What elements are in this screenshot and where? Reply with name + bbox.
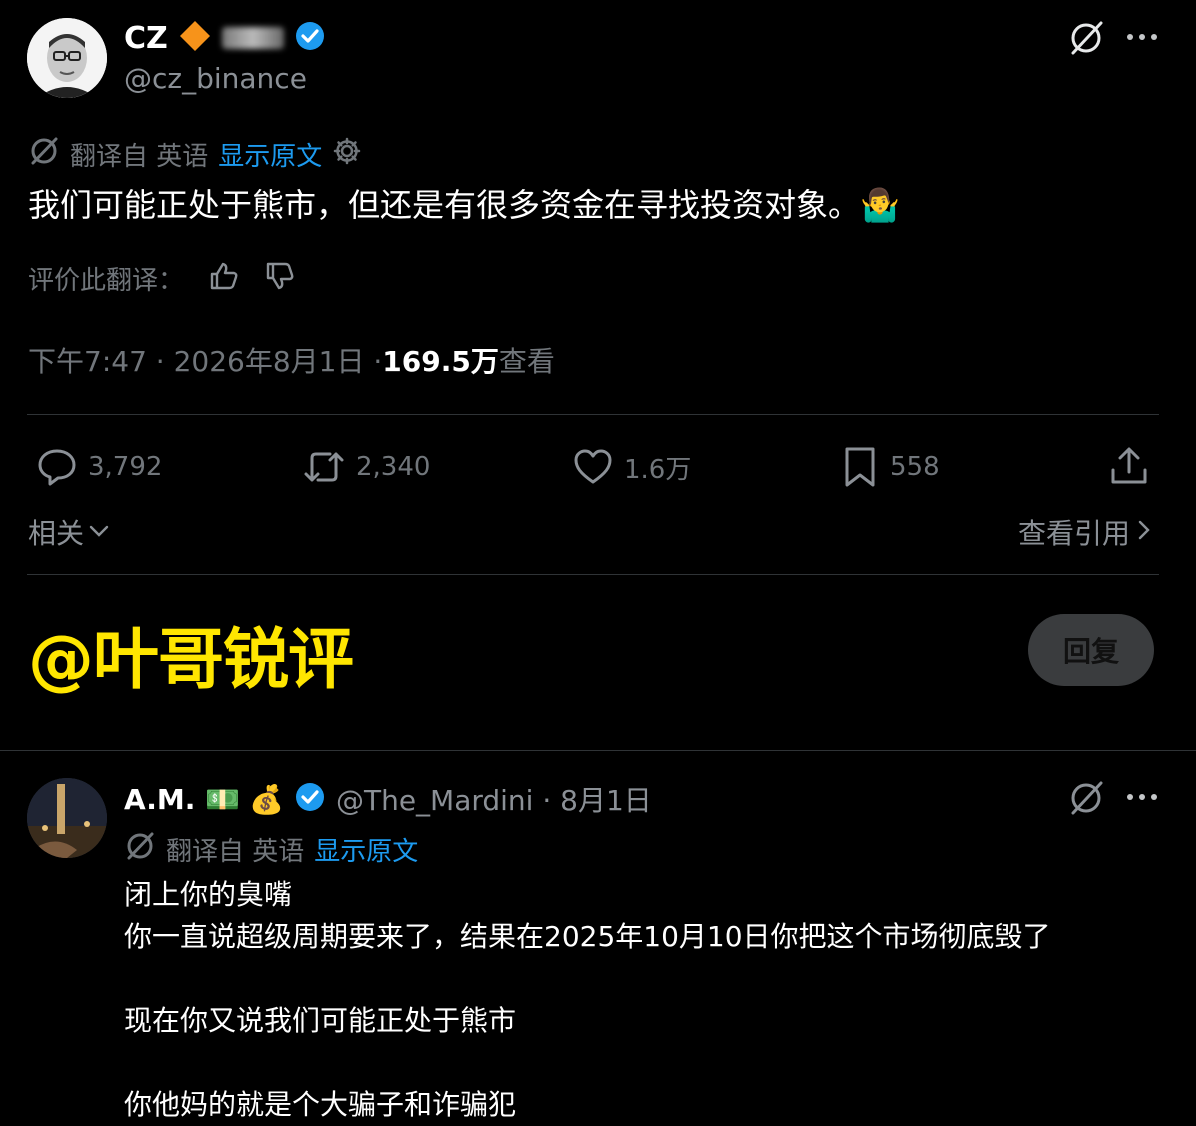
grok-icon[interactable] bbox=[1066, 778, 1106, 818]
more-options-icon[interactable] bbox=[1122, 22, 1162, 52]
like-stat[interactable]: 1.6万 bbox=[572, 444, 691, 490]
translate-icon bbox=[28, 135, 60, 174]
view-quotes-label: 查看引用 bbox=[1018, 517, 1131, 550]
reply-icon[interactable] bbox=[36, 446, 78, 488]
reply-author-name[interactable]: A.M. bbox=[124, 783, 195, 816]
tweet-timestamp[interactable]: 下午7:47 · 2026年8月1日 · bbox=[28, 340, 382, 380]
retweet-stat[interactable]: 2,340 bbox=[302, 444, 430, 490]
translated-from-label: 翻译自 英语 bbox=[166, 836, 305, 867]
translated-from-label: 翻译自 英语 bbox=[70, 141, 209, 172]
bookmark-stat[interactable]: 558 bbox=[840, 444, 940, 490]
related-label: 相关 bbox=[28, 517, 85, 550]
retweet-count: 2,340 bbox=[356, 452, 431, 482]
reply-line: 闭上你的臭嘴 bbox=[124, 878, 293, 911]
verified-icon bbox=[294, 20, 326, 56]
gold-diamond-icon bbox=[178, 19, 212, 57]
blurred-badge bbox=[221, 27, 284, 49]
watermark-overlay-text: @叶哥锐评 bbox=[28, 621, 354, 698]
author-avatar[interactable] bbox=[27, 18, 107, 98]
divider bbox=[27, 574, 1159, 575]
chevron-down-icon bbox=[88, 516, 110, 549]
reply-stat[interactable]: 3,792 bbox=[36, 444, 162, 490]
translate-icon bbox=[124, 830, 156, 869]
reply-line: 现在你又说我们可能正处于熊市 bbox=[124, 1004, 517, 1037]
author-name[interactable]: CZ bbox=[124, 21, 168, 56]
views-label: 查看 bbox=[498, 345, 555, 378]
chevron-right-icon bbox=[1136, 516, 1152, 549]
retweet-icon[interactable] bbox=[302, 446, 346, 488]
show-original-link[interactable]: 显示原文 bbox=[218, 136, 322, 173]
view-quotes-link[interactable]: 查看引用 bbox=[1018, 512, 1152, 552]
divider bbox=[27, 414, 1159, 415]
show-original-link[interactable]: 显示原文 bbox=[314, 831, 418, 868]
money-emojis: 💵 💰 bbox=[205, 782, 284, 816]
reply-text: 闭上你的臭嘴 你一直说超级周期要来了，结果在2025年10月10日你把这个市场彻… bbox=[124, 874, 1164, 1126]
rate-translation-label: 评价此翻译： bbox=[28, 265, 185, 296]
heart-icon[interactable] bbox=[572, 446, 614, 488]
related-toggle[interactable]: 相关 bbox=[28, 512, 110, 552]
reply-line: 你一直说超级周期要来了，结果在2025年10月10日你把这个市场彻底毁了 bbox=[124, 920, 1051, 953]
reply-line bbox=[124, 958, 1164, 1000]
like-count: 1.6万 bbox=[624, 454, 692, 485]
reply-author-avatar[interactable] bbox=[27, 778, 107, 858]
verified-icon bbox=[294, 781, 326, 817]
divider bbox=[0, 750, 1196, 751]
reply-button[interactable]: 回复 bbox=[1028, 614, 1154, 686]
thumbs-down-icon[interactable] bbox=[264, 260, 296, 296]
thumbs-up-icon[interactable] bbox=[208, 260, 240, 296]
more-options-icon[interactable] bbox=[1122, 782, 1162, 812]
reply-count: 3,792 bbox=[88, 452, 163, 482]
reply-handle-date[interactable]: @The_Mardini · 8月1日 bbox=[336, 779, 652, 819]
reply-line bbox=[124, 1042, 1164, 1084]
reply-line: 你他妈的就是个大骗子和诈骗犯 bbox=[124, 1088, 517, 1121]
view-count: 169.5万 bbox=[382, 345, 499, 378]
bookmark-count: 558 bbox=[890, 452, 940, 482]
grok-icon[interactable] bbox=[1066, 18, 1106, 58]
share-icon[interactable] bbox=[1108, 444, 1150, 488]
bookmark-icon[interactable] bbox=[840, 445, 880, 489]
tweet-text: 我们可能正处于熊市，但还是有很多资金在寻找投资对象。🤷‍♂️ bbox=[28, 186, 900, 224]
author-handle[interactable]: @cz_binance bbox=[124, 62, 307, 95]
settings-gear-icon[interactable] bbox=[332, 136, 362, 173]
